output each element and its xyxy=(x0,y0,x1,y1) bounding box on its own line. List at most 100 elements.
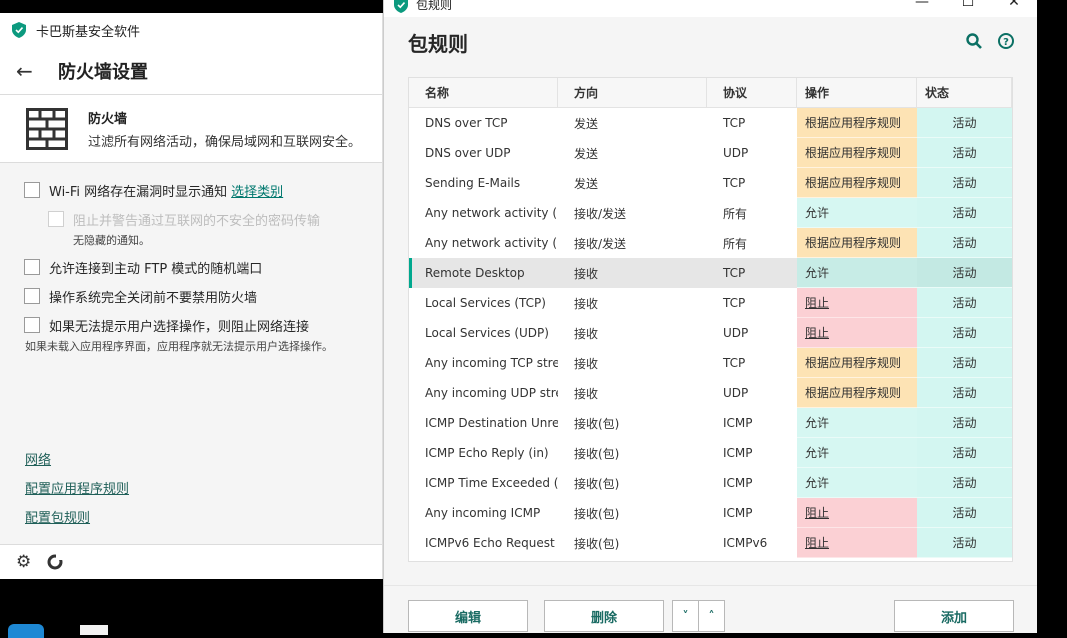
table-row[interactable]: ICMPv6 Echo Request (...接收(包)ICMPv6阻止活动 xyxy=(409,528,1012,558)
status-cell: 活动 xyxy=(917,438,1012,468)
edit-button[interactable]: 编辑 xyxy=(408,600,528,632)
option-label: Wi-Fi 网络存在漏洞时显示通知 xyxy=(49,181,227,200)
table-row[interactable]: Any incoming TCP stre...接收TCP根据应用程序规则活动 xyxy=(409,348,1012,378)
option-hint: 如果未载入应用程序界面，应用程序就无法提示用户选择操作。 xyxy=(25,338,333,354)
table-row[interactable]: ICMP Time Exceeded (in)接收(包)ICMP允许活动 xyxy=(409,468,1012,498)
block-insecure-password-checkbox[interactable] xyxy=(48,211,64,227)
action-cell: 根据应用程序规则 xyxy=(797,348,917,378)
button-bar: 编辑 删除 ˅ ˄ 添加 xyxy=(384,585,1037,633)
select-category-link[interactable]: 选择类别 xyxy=(231,181,283,200)
search-icon[interactable] xyxy=(965,32,983,50)
protocol-cell: UDP xyxy=(707,318,797,348)
rule-name-cell: Any incoming ICMP xyxy=(409,498,558,528)
protocol-cell: ICMP xyxy=(707,438,797,468)
back-arrow-icon[interactable]: ← xyxy=(16,59,46,83)
rule-name-cell: Sending E-Mails xyxy=(409,168,558,198)
action-cell: 阻止 xyxy=(797,528,917,558)
column-header-action[interactable]: 操作 xyxy=(797,78,917,107)
option-label: 允许连接到主动 FTP 模式的随机端口 xyxy=(49,258,262,277)
packet-rules-window: 包规则 — ☐ ✕ 包规则 ? 名称 方向 协议 操作 状态 DNS over … xyxy=(383,0,1037,633)
table-row[interactable]: Any network activity (...接收/发送所有允许活动 xyxy=(409,198,1012,228)
rule-name-cell: DNS over TCP xyxy=(409,108,558,138)
column-header-name[interactable]: 名称 xyxy=(409,78,558,107)
status-cell: 活动 xyxy=(917,318,1012,348)
protocol-cell: UDP xyxy=(707,138,797,168)
status-cell: 活动 xyxy=(917,168,1012,198)
delete-button[interactable]: 删除 xyxy=(544,600,664,632)
minimize-button[interactable]: — xyxy=(899,0,945,12)
move-up-button[interactable]: ˄ xyxy=(698,600,725,632)
app-rules-link[interactable]: 配置应用程序规则 xyxy=(25,478,129,497)
move-down-button[interactable]: ˅ xyxy=(672,600,699,632)
status-cell: 活动 xyxy=(917,378,1012,408)
option-hint: 无隐藏的通知。 xyxy=(73,232,320,248)
packet-rules-table: 名称 方向 协议 操作 状态 DNS over TCP发送TCP根据应用程序规则… xyxy=(408,77,1013,562)
status-cell: 活动 xyxy=(917,288,1012,318)
option-block-if-no-prompt: 如果无法提示用户选择操作，则阻止网络连接 如果未载入应用程序界面，应用程序就无法… xyxy=(24,316,382,354)
window-body: 包规则 ? 名称 方向 协议 操作 状态 DNS over TCP发送TCP根据… xyxy=(384,17,1037,633)
status-cell: 活动 xyxy=(917,138,1012,168)
options-list: Wi-Fi 网络存在漏洞时显示通知 选择类别 阻止并警告通过互联网的不安全的密码… xyxy=(0,163,382,354)
close-button[interactable]: ✕ xyxy=(991,0,1037,12)
table-row[interactable]: Local Services (TCP)接收TCP阻止活动 xyxy=(409,288,1012,318)
action-cell: 允许 xyxy=(797,258,917,288)
desktop-app-icon[interactable] xyxy=(8,624,44,638)
protocol-cell: ICMPv6 xyxy=(707,528,797,558)
action-cell: 阻止 xyxy=(797,288,917,318)
rule-name-cell: Local Services (UDP) xyxy=(409,318,558,348)
network-link[interactable]: 网络 xyxy=(25,449,129,468)
help-icon[interactable]: ? xyxy=(997,32,1015,50)
direction-cell: 接收 xyxy=(558,288,707,318)
protocol-cell: TCP xyxy=(707,168,797,198)
column-header-protocol[interactable]: 协议 xyxy=(707,78,797,107)
status-cell: 活动 xyxy=(917,198,1012,228)
kaspersky-shield-icon xyxy=(394,0,408,13)
add-button[interactable]: 添加 xyxy=(894,600,1014,632)
action-cell: 根据应用程序规则 xyxy=(797,168,917,198)
table-row[interactable]: ICMP Echo Reply (in)接收(包)ICMP允许活动 xyxy=(409,438,1012,468)
rule-name-cell: Local Services (TCP) xyxy=(409,288,558,318)
protocol-cell: 所有 xyxy=(707,228,797,258)
status-cell: 活动 xyxy=(917,258,1012,288)
table-row[interactable]: Sending E-Mails发送TCP根据应用程序规则活动 xyxy=(409,168,1012,198)
column-header-status[interactable]: 状态 xyxy=(917,78,1012,107)
status-cell: 活动 xyxy=(917,408,1012,438)
ftp-ports-checkbox[interactable] xyxy=(24,259,40,275)
table-row[interactable]: Any network activity (...接收/发送所有根据应用程序规则… xyxy=(409,228,1012,258)
table-row[interactable]: Remote Desktop接收TCP允许活动 xyxy=(409,258,1012,288)
table-row[interactable]: DNS over TCP发送TCP根据应用程序规则活动 xyxy=(409,108,1012,138)
maximize-button[interactable]: ☐ xyxy=(945,0,991,12)
svg-text:?: ? xyxy=(1003,37,1009,48)
keep-firewall-checkbox[interactable] xyxy=(24,288,40,304)
app-title: 卡巴斯基安全软件 xyxy=(36,21,140,40)
page-header: 包规则 ? xyxy=(384,17,1037,67)
protocol-cell: ICMP xyxy=(707,468,797,498)
direction-cell: 接收 xyxy=(558,258,707,288)
title-bar: 包规则 — ☐ ✕ xyxy=(384,0,1037,17)
block-if-no-prompt-checkbox[interactable] xyxy=(24,317,40,333)
packet-rules-link[interactable]: 配置包规则 xyxy=(25,507,129,526)
support-icon[interactable] xyxy=(47,554,63,570)
table-row[interactable]: Local Services (UDP)接收UDP阻止活动 xyxy=(409,318,1012,348)
table-row[interactable]: Any incoming UDP stre...接收UDP根据应用程序规则活动 xyxy=(409,378,1012,408)
wifi-notify-checkbox[interactable] xyxy=(24,182,40,198)
option-label: 操作系统完全关闭前不要禁用防火墙 xyxy=(49,287,257,306)
rule-name-cell: Remote Desktop xyxy=(409,258,558,288)
column-header-direction[interactable]: 方向 xyxy=(558,78,707,107)
protocol-cell: 所有 xyxy=(707,198,797,228)
page-title: 包规则 xyxy=(408,28,468,57)
rule-name-cell: Any incoming TCP stre... xyxy=(409,348,558,378)
table-body: DNS over TCP发送TCP根据应用程序规则活动DNS over UDP发… xyxy=(409,108,1012,558)
desktop-file-icon[interactable] xyxy=(80,625,108,635)
action-cell: 允许 xyxy=(797,198,917,228)
table-row[interactable]: Any incoming ICMP接收(包)ICMP阻止活动 xyxy=(409,498,1012,528)
table-row[interactable]: ICMP Destination Unre...接收(包)ICMP允许活动 xyxy=(409,408,1012,438)
protocol-cell: TCP xyxy=(707,108,797,138)
direction-cell: 接收/发送 xyxy=(558,228,707,258)
action-cell: 允许 xyxy=(797,438,917,468)
gear-icon[interactable]: ⚙ xyxy=(16,552,31,572)
direction-cell: 接收(包) xyxy=(558,468,707,498)
status-cell: 活动 xyxy=(917,108,1012,138)
direction-cell: 接收/发送 xyxy=(558,198,707,228)
table-row[interactable]: DNS over UDP发送UDP根据应用程序规则活动 xyxy=(409,138,1012,168)
